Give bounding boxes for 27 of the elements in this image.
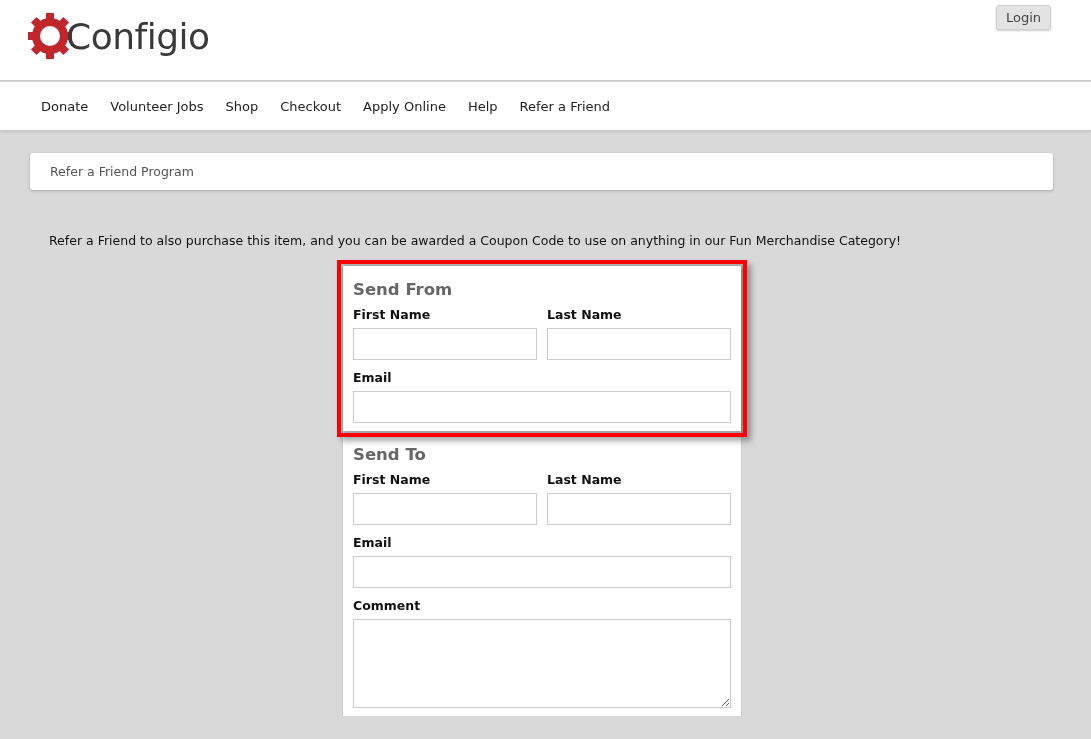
nav-link[interactable]: Help [456,98,509,114]
login-button[interactable]: Login [995,5,1051,30]
field-label: First Name [353,472,432,487]
field-label: Email [353,535,393,550]
section-title: Send To [353,445,427,464]
field-label: Last Name [547,472,623,487]
logo-text: Configio [66,15,210,57]
nav-link[interactable]: Refer a Friend [508,98,622,114]
intro-text: Refer a Friend to also purchase this item, and you can be awarded a Coupon Code to use on anything in our Fun Merchandise Category! [49,233,903,248]
nav-link[interactable]: Shop [214,98,270,114]
input-field[interactable] [353,556,731,588]
input-field[interactable] [547,493,731,525]
nav-link[interactable]: Checkout [269,98,353,114]
section-title: Send From [353,280,454,299]
field-label: Comment [353,598,422,613]
input-field[interactable] [353,328,537,360]
comment-field[interactable] [353,619,731,708]
field-label: First Name [353,307,432,322]
nav-link[interactable]: Volunteer Jobs [99,98,215,114]
field-label: Email [353,370,393,385]
input-field[interactable] [547,328,731,360]
input-field[interactable] [353,391,731,423]
breadcrumb: Refer a Friend Program [30,153,1053,190]
input-field[interactable] [353,493,537,525]
nav-link[interactable]: Apply Online [352,98,457,114]
field-label: Last Name [547,307,623,322]
nav-link[interactable]: Donate [30,98,100,114]
